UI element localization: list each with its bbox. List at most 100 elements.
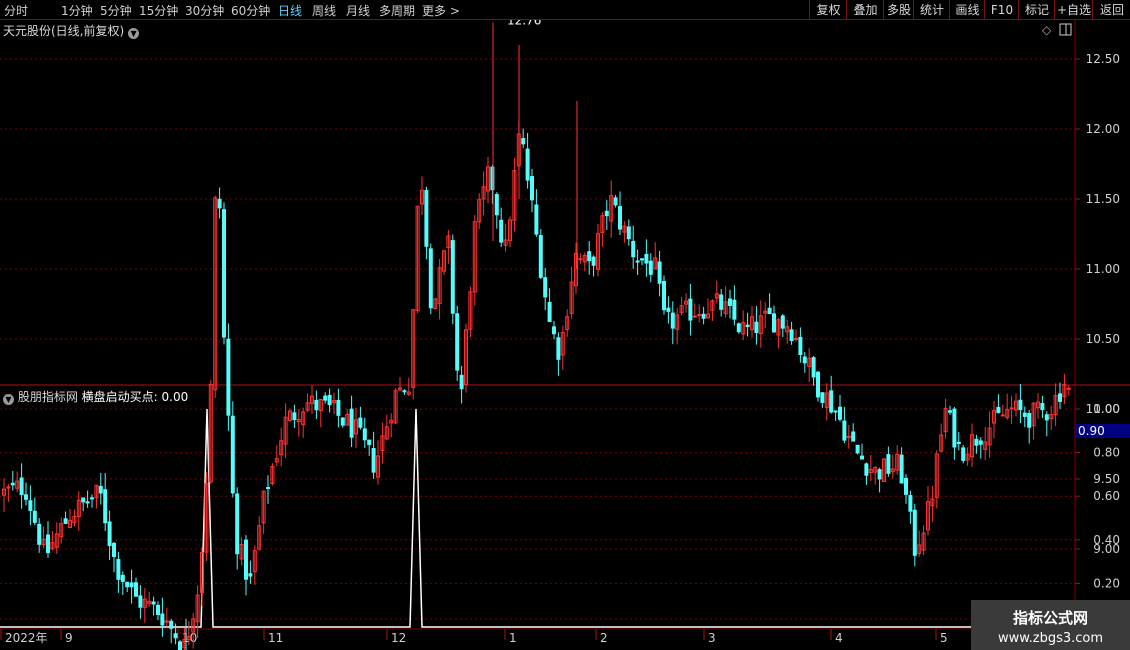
period-tab-monthly[interactable]: 月线 xyxy=(346,2,370,19)
candle-body xyxy=(719,294,724,310)
chevron-down-icon[interactable]: ▼ xyxy=(128,28,140,39)
candle-body xyxy=(28,500,33,511)
candle-body xyxy=(578,258,583,261)
period-tab-30min[interactable]: 30分钟 xyxy=(185,2,224,19)
candle-body xyxy=(156,604,160,616)
indicator-axis-label: 0.40 xyxy=(1093,533,1120,547)
indicator-value: 0.00 xyxy=(161,390,189,404)
period-tab-60min[interactable]: 60分钟 xyxy=(231,2,270,19)
candle-body xyxy=(1058,393,1062,402)
indicator-axis-label: 0.80 xyxy=(1093,446,1120,460)
watermark-line1: 指标公式网 xyxy=(1012,609,1088,627)
candle-body xyxy=(604,210,609,217)
price-axis-label: 11.00 xyxy=(1086,262,1120,276)
candle-body xyxy=(164,620,169,623)
indicator-current-value: 0.90 xyxy=(1078,424,1105,438)
period-tab-multi[interactable]: 多周期 xyxy=(379,2,415,19)
date-axis-label: 5 xyxy=(940,631,948,645)
candle-body xyxy=(956,441,961,445)
candle-body xyxy=(754,321,759,334)
candle-body xyxy=(151,601,156,605)
candle-body xyxy=(838,406,842,420)
date-axis-label: 3 xyxy=(708,631,716,645)
candle-body xyxy=(160,613,165,626)
candle-body xyxy=(534,204,539,235)
multi-stock-button[interactable]: 多股 xyxy=(883,0,914,20)
mark-button[interactable]: 标记 xyxy=(1018,0,1055,20)
candle-body xyxy=(644,253,649,264)
candle-body xyxy=(138,595,143,608)
date-axis-label: 2 xyxy=(600,631,608,645)
candle-body xyxy=(798,336,803,356)
high-price-marker-arrow: ↖ xyxy=(493,20,502,24)
period-tab-daily[interactable]: 日线 xyxy=(278,2,302,19)
candle-body xyxy=(1044,414,1049,421)
candle-body xyxy=(266,487,270,490)
add-watchlist-button[interactable]: +自选 xyxy=(1054,0,1093,20)
price-axis-label: 9.50 xyxy=(1093,472,1120,486)
candle-body xyxy=(613,197,618,206)
candle-body xyxy=(349,408,354,438)
candle-body xyxy=(591,256,596,266)
candle-body xyxy=(912,509,917,556)
watermark-line2: www.zbgs3.com xyxy=(997,631,1104,646)
candle-body xyxy=(428,248,433,309)
f10-button[interactable]: F10 xyxy=(984,0,1019,20)
period-tab-weekly[interactable]: 周线 xyxy=(312,2,336,19)
candle-body xyxy=(648,260,653,275)
indicator-name: 横盘启动买点: xyxy=(81,390,158,404)
candle-body xyxy=(98,485,103,494)
period-tab-intraday[interactable]: 分时 xyxy=(4,2,28,19)
period-tab-5min[interactable]: 5分钟 xyxy=(100,2,132,19)
candle-body xyxy=(32,510,37,523)
candle-body xyxy=(217,198,222,209)
candle-body xyxy=(169,620,174,629)
period-tab-1min[interactable]: 1分钟 xyxy=(61,2,93,19)
diamond-icon: ◇ xyxy=(1042,23,1052,37)
candle-body xyxy=(820,392,825,403)
candle-body xyxy=(24,494,28,500)
back-button[interactable]: 返回 xyxy=(1092,0,1130,20)
candle-body xyxy=(10,482,15,486)
period-tab-15min[interactable]: 15分钟 xyxy=(139,2,178,19)
candle-body xyxy=(340,417,345,426)
candle-body xyxy=(125,581,130,588)
overlay-button[interactable]: 叠加 xyxy=(846,0,884,20)
candle-body xyxy=(1027,413,1032,428)
candle-body xyxy=(662,280,666,311)
candle-body xyxy=(811,357,816,378)
candle-body xyxy=(816,371,820,398)
candle-body xyxy=(450,240,455,314)
high-price-label: 12.76 xyxy=(507,20,541,28)
candle-body xyxy=(631,240,636,258)
candle-body xyxy=(657,261,662,284)
candle-body xyxy=(552,326,556,335)
candle-body xyxy=(732,299,737,320)
candle-body xyxy=(230,415,235,494)
candle-body xyxy=(336,399,341,416)
draw-line-button[interactable]: 画线 xyxy=(949,0,985,20)
candle-body xyxy=(736,323,741,333)
candle-body xyxy=(556,337,561,360)
candle-body xyxy=(899,454,904,484)
date-axis-label: 11 xyxy=(268,631,283,645)
chevron-down-icon[interactable]: ▼ xyxy=(3,394,14,405)
candle-body xyxy=(978,440,983,445)
date-axis-label: 1 xyxy=(509,631,517,645)
candle-body xyxy=(314,399,319,411)
candle-body xyxy=(226,338,231,416)
candle-body xyxy=(327,394,332,406)
candle-body xyxy=(697,314,702,317)
candle-body xyxy=(19,477,24,495)
statistics-button[interactable]: 统计 xyxy=(913,0,950,20)
adjust-button[interactable]: 复权 xyxy=(809,0,847,20)
candle-body xyxy=(780,315,785,329)
candle-body xyxy=(129,582,134,588)
period-tab-more[interactable]: 更多 > xyxy=(422,2,460,19)
candle-body xyxy=(494,194,499,216)
candle-body xyxy=(974,438,979,446)
candle-body xyxy=(587,251,592,262)
candle-body xyxy=(173,633,178,639)
kline-chart[interactable]: 12.5012.0011.5011.0010.5010.009.509.008.… xyxy=(0,20,1130,650)
candle-body xyxy=(833,410,838,413)
